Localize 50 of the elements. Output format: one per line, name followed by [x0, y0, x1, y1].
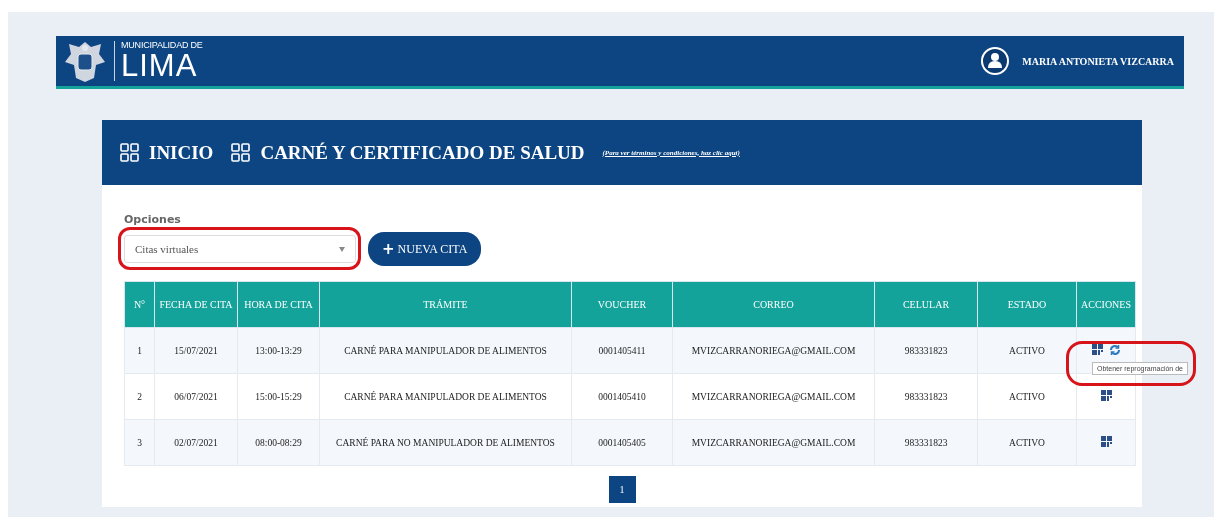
- table-cell: 1: [124, 327, 155, 374]
- table-cell: 06/07/2021: [154, 373, 238, 420]
- page-button[interactable]: 1: [608, 476, 636, 503]
- table-cell: 983331823: [874, 419, 978, 466]
- table-cell: 0001405410: [571, 373, 673, 420]
- table-cell: CARNÉ PARA MANIPULADOR DE ALIMENTOS: [319, 327, 572, 374]
- table-cell: 3: [124, 419, 155, 466]
- grid-icon[interactable]: [1091, 344, 1103, 356]
- table-cell: 0001405411: [571, 327, 673, 374]
- grid-icon: [231, 143, 251, 162]
- user-name: MARIA ANTONIETA VIZCARRA: [1022, 55, 1174, 67]
- table-cell: 08:00-08:29: [237, 419, 320, 466]
- table-cell: ACTIVO: [977, 419, 1077, 466]
- table-cell: 2: [124, 373, 155, 420]
- table-cell: ACTIVO: [977, 373, 1077, 420]
- table-cell: ACTIVO: [977, 327, 1077, 374]
- table-cell: MVIZCARRANORIEGA@GMAIL.COM: [672, 373, 875, 420]
- column-header: CELULAR: [874, 281, 978, 328]
- table-cell: CARNÉ PARA NO MANIPULADOR DE ALIMENTOS: [319, 419, 572, 466]
- column-header: HORA DE CITA: [237, 281, 320, 328]
- table-cell: 0001405405: [571, 419, 673, 466]
- refresh-icon[interactable]: [1108, 343, 1121, 356]
- table-cell: 983331823: [874, 327, 978, 374]
- column-header: CORREO: [672, 281, 875, 328]
- options-label: Opciones: [124, 213, 181, 226]
- org-title: LIMA: [121, 50, 199, 81]
- column-header: TRÁMITE: [319, 281, 572, 328]
- table-cell: CARNÉ PARA MANIPULADOR DE ALIMENTOS: [319, 373, 572, 420]
- grid-icon: [120, 143, 139, 162]
- breadcrumb-link[interactable]: INICIO: [149, 141, 214, 164]
- table-cell: 15/07/2021: [154, 327, 238, 374]
- org-subtitle: MUNICIPALIDAD DE: [121, 41, 203, 50]
- table-cell: 983331823: [874, 373, 978, 420]
- grid-icon[interactable]: [1100, 390, 1112, 401]
- table-cell: MVIZCARRANORIEGA@GMAIL.COM: [672, 327, 875, 374]
- column-header: FECHA DE CITA: [154, 281, 238, 328]
- column-header: VOUCHER: [571, 281, 673, 328]
- column-header: N°: [124, 281, 155, 328]
- column-header: ESTADO: [977, 281, 1077, 328]
- table-cell: MVIZCARRANORIEGA@GMAIL.COM: [672, 419, 875, 466]
- breadcrumb-link[interactable]: CARNÉ Y CERTIFICADO DE SALUD: [260, 141, 585, 164]
- new-appointment-button[interactable]: + NUEVA CITA: [368, 232, 482, 266]
- user-avatar-icon[interactable]: [980, 46, 1011, 76]
- column-header: ACCIONES: [1076, 281, 1136, 328]
- table-cell: 13:00-13:29: [237, 327, 320, 374]
- grid-icon[interactable]: [1100, 436, 1112, 447]
- table-cell: 15:00-15:29: [237, 373, 320, 420]
- caret-icon: [339, 246, 345, 252]
- table-cell: 02/07/2021: [154, 419, 238, 466]
- options-dropdown[interactable]: Citas virtuales: [124, 235, 356, 263]
